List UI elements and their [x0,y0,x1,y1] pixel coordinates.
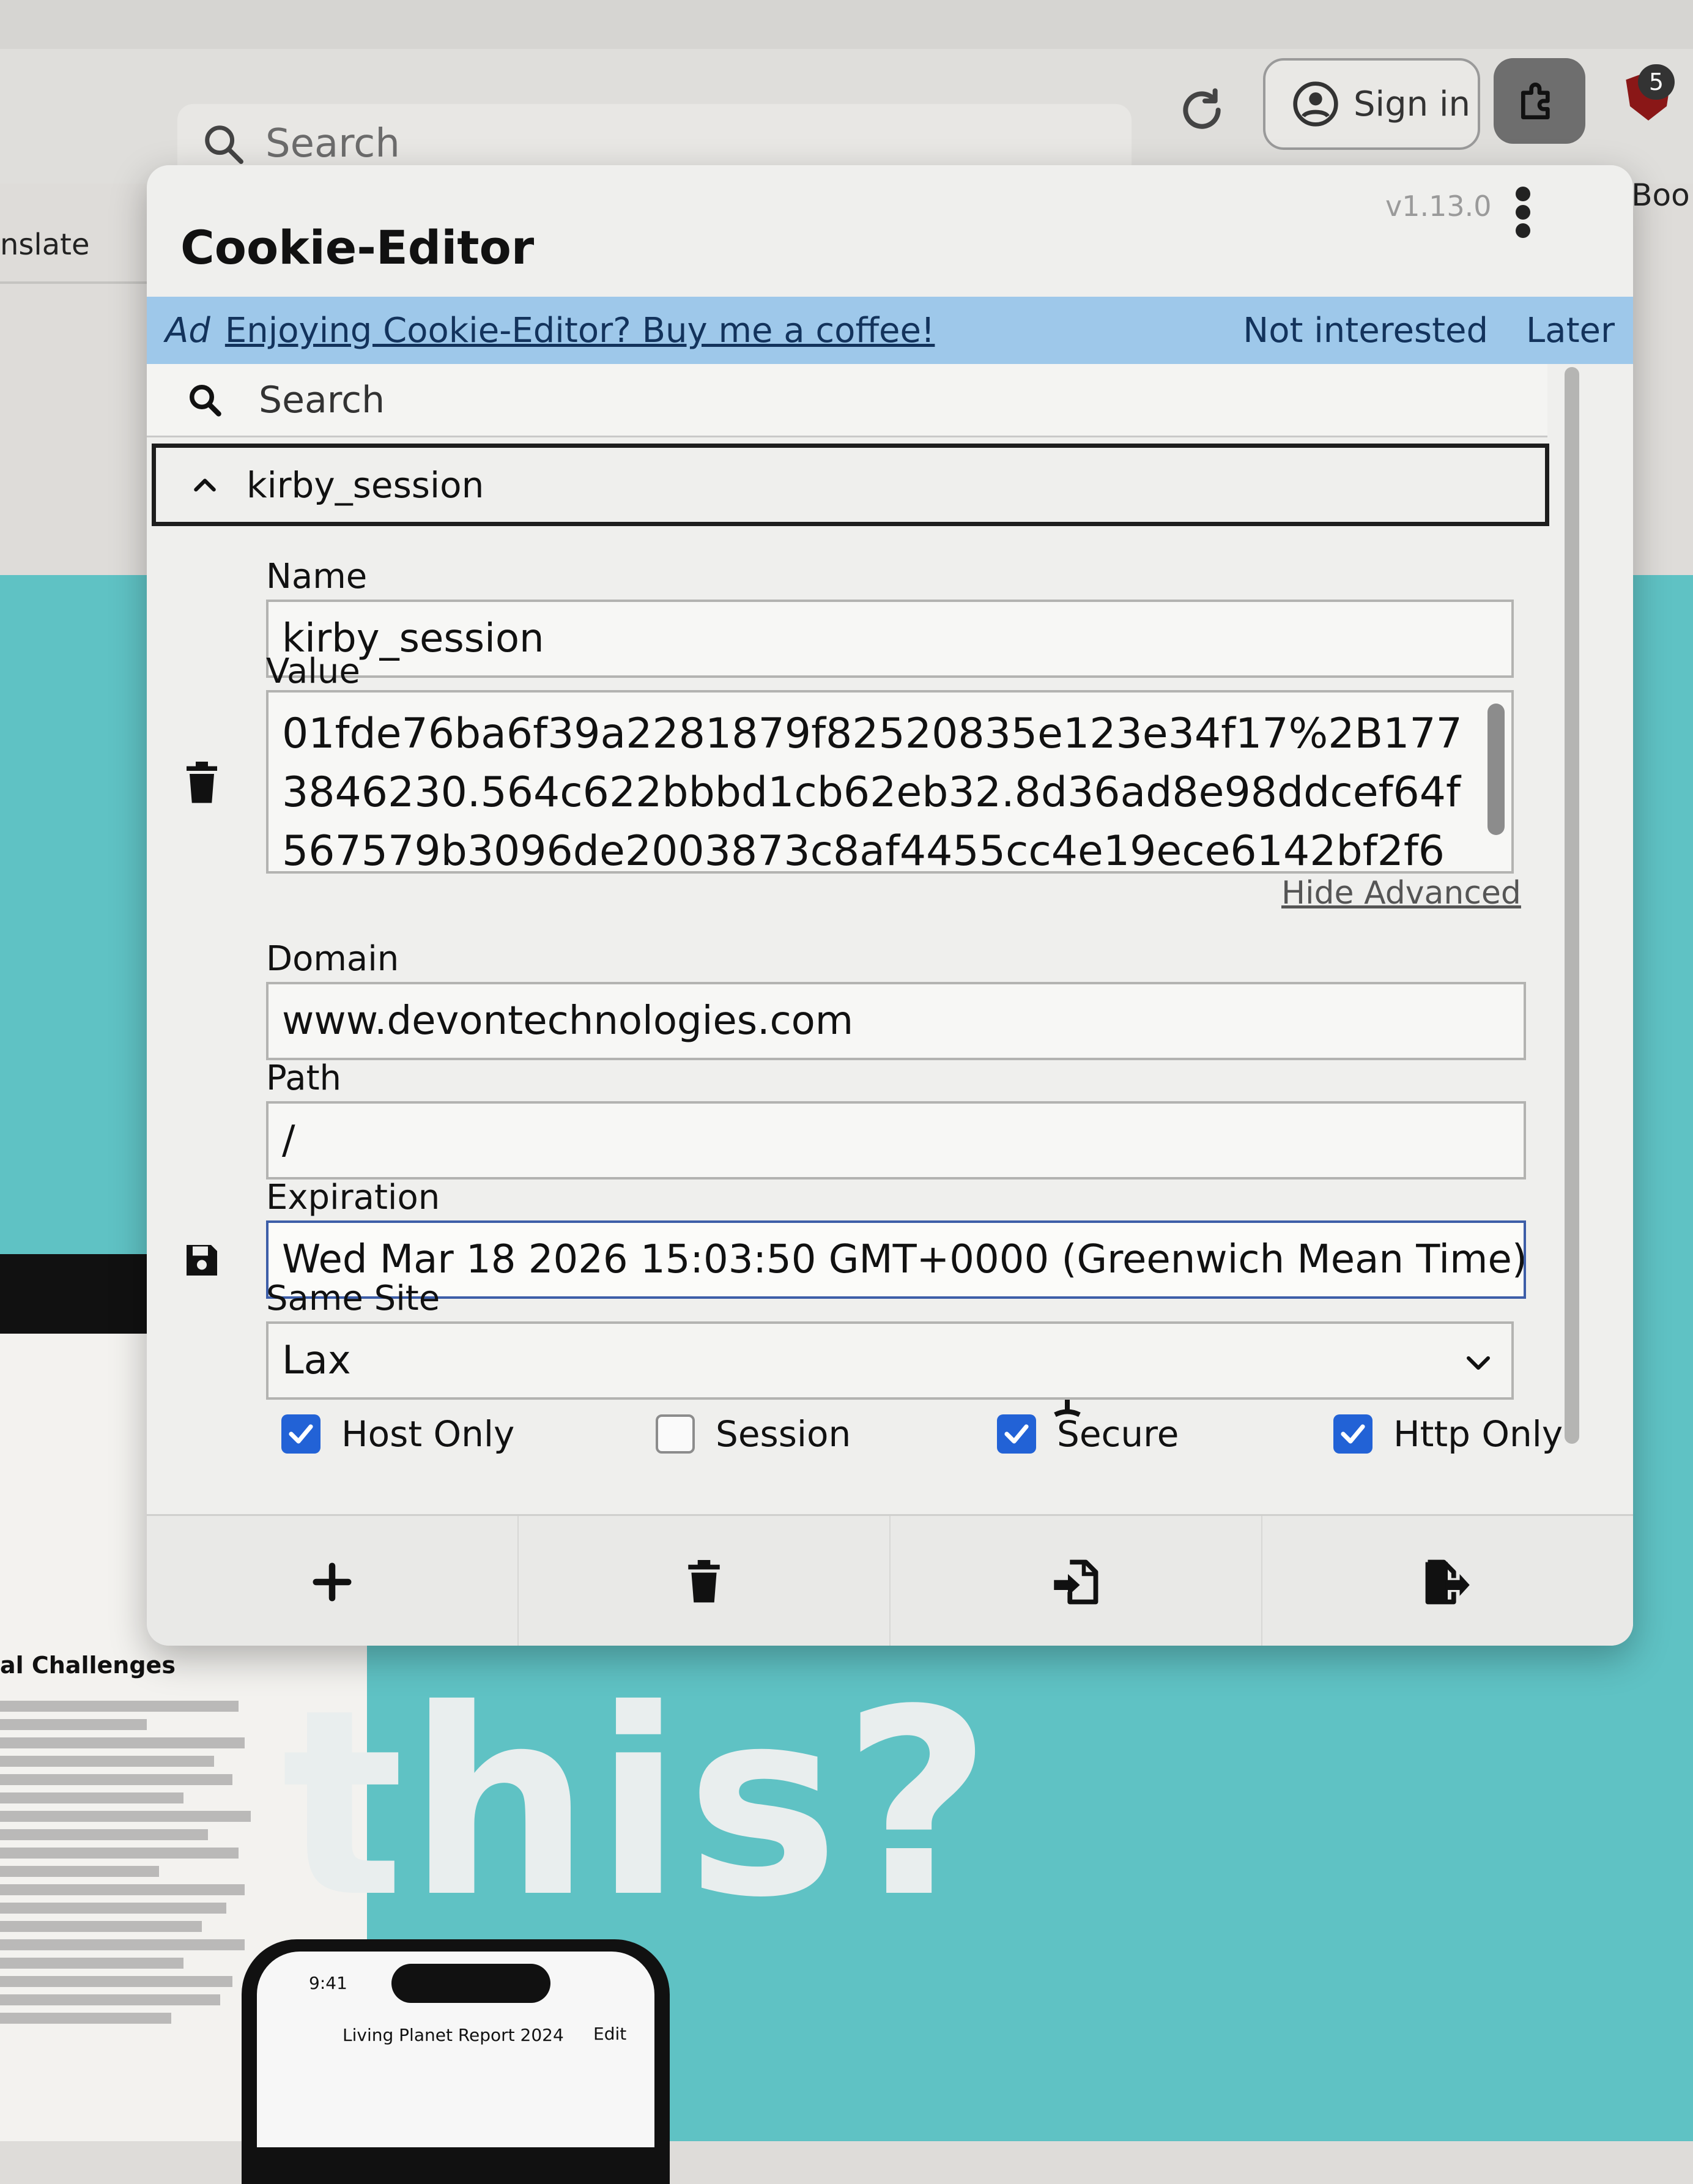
doc-text-line [0,1939,245,1950]
doc-text-line [0,1884,245,1895]
not-interested-button[interactable]: Not interested [1243,311,1488,351]
ad-coffee-link[interactable]: Enjoying Cookie-Editor? Buy me a coffee! [225,311,935,351]
export-icon [1425,1559,1470,1604]
add-cookie-button[interactable] [147,1516,519,1646]
session-checkbox[interactable] [656,1414,695,1454]
expiration-input[interactable]: Wed Mar 18 2026 15:03:50 GMT+0000 (Green… [266,1220,1526,1299]
same-site-label: Same Site [266,1279,440,1318]
save-icon[interactable] [183,1242,220,1279]
background-doc-heading: al Challenges [0,1652,176,1679]
doc-text-line [0,2013,171,2024]
value-textarea[interactable]: 01fde76ba6f39a2281879f82520835e123e34f17… [266,690,1514,874]
background-headline: this? [281,1655,996,1954]
doc-text-line [0,1921,202,1932]
import-icon [1054,1559,1098,1604]
phone-clock: 9:41 [309,1973,347,1993]
name-label: Name [266,557,368,596]
domain-input[interactable]: www.devontechnologies.com [266,982,1526,1060]
popup-scrollbar[interactable] [1565,367,1579,1444]
doc-text-line [0,1994,220,2005]
value-label: Value [266,652,360,691]
sign-in-button[interactable]: Sign in [1263,58,1480,150]
search-icon [205,125,243,164]
sign-in-label: Sign in [1354,84,1470,124]
doc-text-line [0,1811,251,1822]
doc-text-line [0,1701,239,1712]
name-input[interactable]: kirby_session [266,600,1514,678]
host-only-checkbox[interactable] [281,1414,320,1454]
doc-text-line [0,1848,239,1859]
extensions-button[interactable] [1494,58,1585,144]
checkmark-icon [1341,1424,1365,1444]
hide-advanced-link[interactable]: Hide Advanced [1281,875,1521,912]
doc-text-line [0,1976,232,1987]
delete-all-button[interactable] [519,1516,891,1646]
cookie-row-header[interactable]: kirby_session [152,444,1549,526]
popup-title: Cookie-Editor [180,220,535,275]
plus-icon [313,1562,352,1601]
doc-text-line [0,1792,183,1803]
doc-text-line [0,1774,232,1785]
action-bar [147,1514,1633,1646]
background-tab-label: nslate [0,228,90,262]
session-label: Session [716,1413,851,1455]
domain-label: Domain [266,939,399,979]
doc-text-line [0,1903,226,1914]
search-icon [190,384,221,417]
host-only-label: Host Only [341,1413,515,1455]
import-button[interactable] [891,1516,1262,1646]
reload-icon[interactable] [1177,86,1226,135]
session-option[interactable]: Session [656,1413,851,1455]
http-only-checkbox[interactable] [1333,1414,1373,1454]
background-dark-strip [0,1254,147,1334]
phone-edit-button: Edit [593,2024,627,2044]
trash-icon[interactable] [183,762,220,804]
secure-checkbox[interactable] [997,1414,1036,1454]
background-divider [0,281,147,284]
doc-text-line [0,1737,245,1748]
value-scrollbar[interactable] [1487,704,1505,835]
cookie-editor-popup: Cookie-Editor v1.13.0 Ad Enjoying Cookie… [147,165,1633,1646]
more-menu-icon[interactable] [1514,185,1532,240]
doc-text-line [0,1829,208,1840]
path-label: Path [266,1058,342,1098]
secure-label: Secure [1057,1413,1179,1455]
chevron-up-icon [194,478,216,491]
cookie-row-name: kirby_session [246,464,484,506]
checkmark-icon [289,1424,313,1444]
checkmark-icon [1004,1424,1029,1444]
cookie-search-placeholder: Search [259,378,385,422]
trash-icon [688,1559,720,1602]
http-only-label: Http Only [1393,1413,1563,1455]
phone-page-title: Living Planet Report 2024 [343,2025,564,2045]
same-site-select[interactable]: Lax [266,1321,1514,1400]
doc-text-line [0,1756,214,1767]
host-only-option[interactable]: Host Only [281,1413,514,1455]
secure-option[interactable]: Secure [997,1413,1179,1455]
phone-dynamic-island [391,1964,550,2003]
chevron-down-icon [1467,1356,1490,1370]
browser-search-placeholder: Search [265,121,400,166]
expiration-label: Expiration [266,1178,440,1217]
ad-banner: Ad Enjoying Cookie-Editor? Buy me a coff… [147,297,1633,364]
same-site-value: Lax [282,1338,351,1383]
cookie-search-input[interactable]: Search [147,364,1547,437]
account-icon [1293,81,1338,127]
doc-text-line [0,1958,183,1969]
path-input[interactable]: / [266,1101,1526,1179]
http-only-option[interactable]: Http Only [1333,1413,1563,1455]
export-button[interactable] [1262,1516,1633,1646]
later-button[interactable]: Later [1526,311,1615,351]
puzzle-icon [1521,83,1550,120]
extension-badge-count: 5 [1638,64,1675,100]
doc-text-line [0,1866,159,1877]
doc-text-line [0,1719,147,1730]
ad-tag: Ad [165,310,210,351]
version-label: v1.13.0 [1385,190,1492,223]
browser-tab-strip [0,0,1693,49]
